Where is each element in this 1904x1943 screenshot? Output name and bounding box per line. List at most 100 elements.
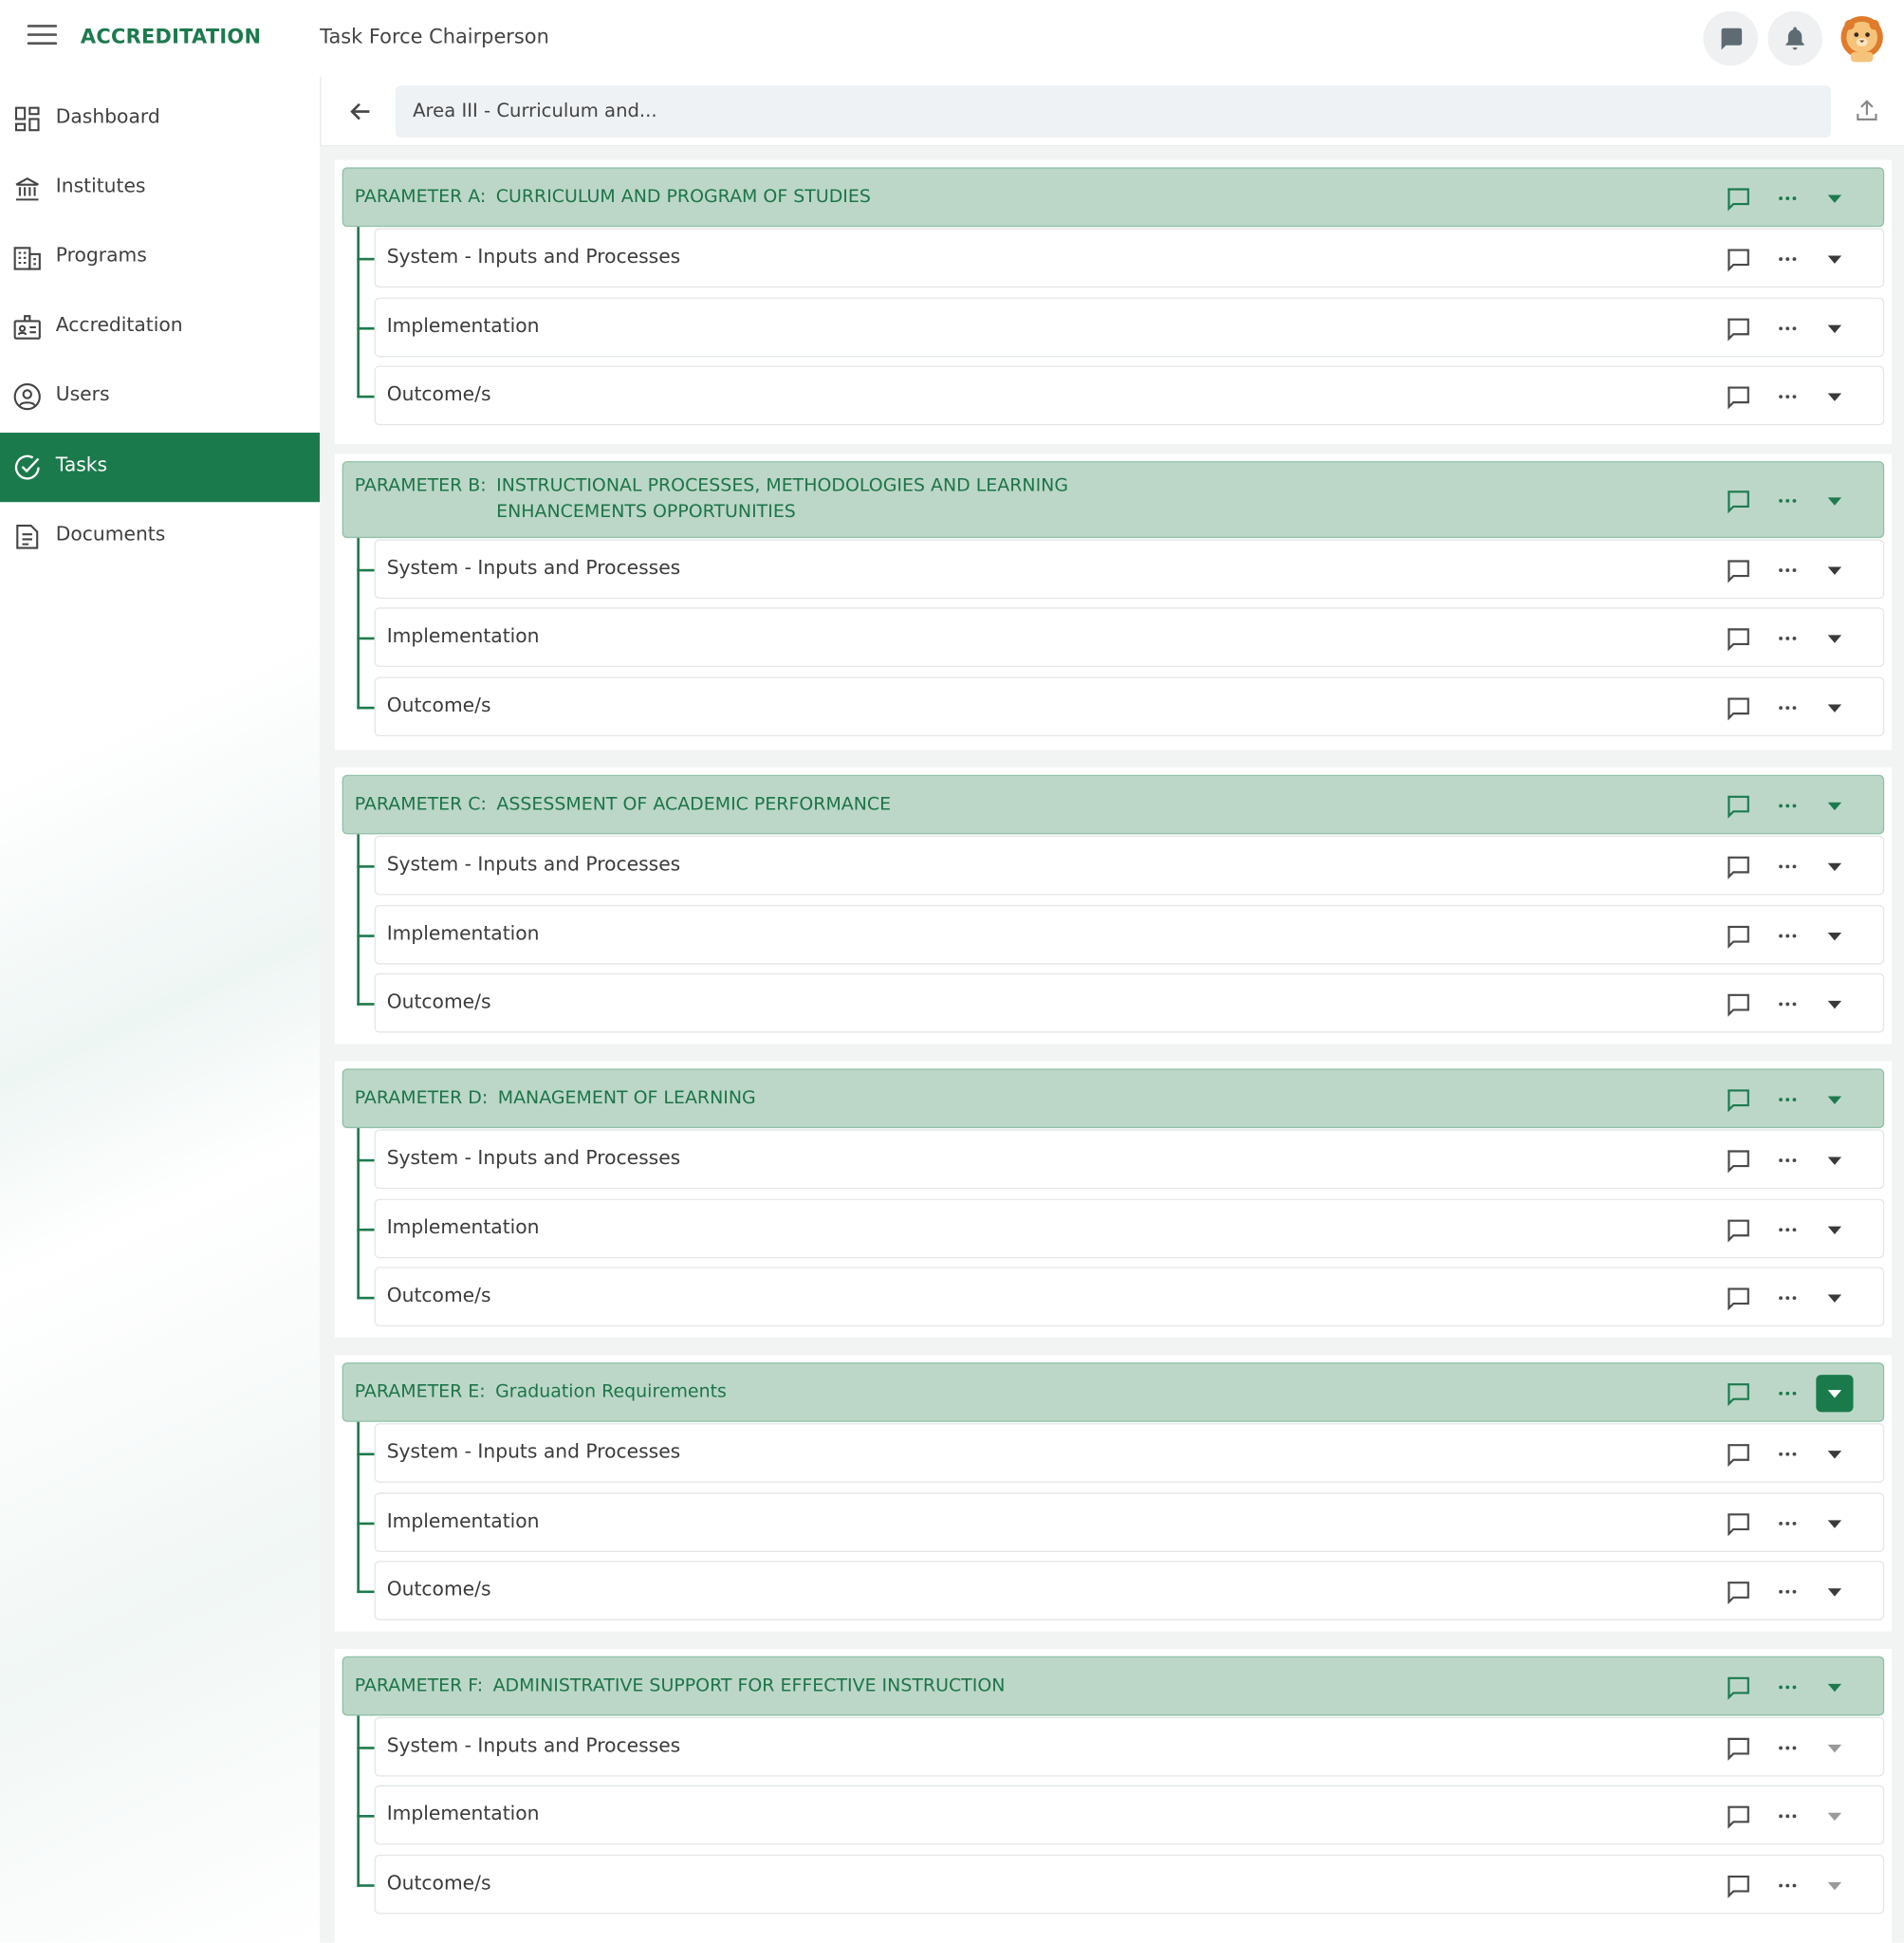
sub-item-row[interactable]: Outcome/s: [374, 676, 1885, 737]
more-button[interactable]: [1771, 182, 1803, 214]
comment-button[interactable]: [1722, 1213, 1754, 1246]
sub-item-row[interactable]: Outcome/s: [374, 1267, 1885, 1327]
comment-button[interactable]: [1722, 1671, 1754, 1703]
expand-button[interactable]: [1819, 1213, 1851, 1246]
more-button[interactable]: [1771, 789, 1803, 822]
more-button[interactable]: [1771, 1378, 1803, 1410]
comment-button[interactable]: [1722, 1800, 1754, 1832]
parameter-header[interactable]: PARAMETER F: ADMINISTRATIVE SUPPORT FOR E…: [342, 1656, 1885, 1716]
sub-item-row[interactable]: Outcome/s: [374, 972, 1885, 1033]
parameter-header[interactable]: PARAMETER A: CURRICULUM AND PROGRAM OF ST…: [342, 167, 1885, 228]
sub-item-row[interactable]: System - Inputs and Processes: [374, 228, 1885, 288]
comment-button[interactable]: [1722, 1438, 1754, 1471]
upload-icon[interactable]: [1854, 97, 1881, 124]
comment-button[interactable]: [1722, 243, 1754, 275]
expand-button[interactable]: [1819, 243, 1851, 275]
comment-button[interactable]: [1722, 1731, 1754, 1764]
more-button[interactable]: [1771, 1576, 1803, 1608]
comment-button[interactable]: [1722, 1083, 1754, 1116]
more-button[interactable]: [1771, 1282, 1803, 1314]
sub-item-row[interactable]: Implementation: [374, 607, 1885, 668]
expand-button[interactable]: [1819, 485, 1851, 517]
comment-button[interactable]: [1722, 1144, 1754, 1176]
expand-button[interactable]: [1816, 1375, 1854, 1413]
expand-button[interactable]: [1819, 1144, 1851, 1176]
expand-button[interactable]: [1819, 789, 1851, 822]
parameter-header[interactable]: PARAMETER D: MANAGEMENT OF LEARNING: [342, 1068, 1885, 1129]
sidebar-item-accreditation[interactable]: Accreditation: [0, 292, 320, 361]
comment-button[interactable]: [1722, 622, 1754, 655]
comment-button[interactable]: [1722, 988, 1754, 1020]
more-button[interactable]: [1771, 243, 1803, 275]
expand-button[interactable]: [1819, 182, 1851, 214]
hamburger-icon[interactable]: [27, 25, 58, 49]
more-button[interactable]: [1771, 380, 1803, 413]
comment-button[interactable]: [1722, 1282, 1754, 1314]
arrow-left-icon[interactable]: [346, 97, 376, 126]
sub-item-row[interactable]: System - Inputs and Processes: [374, 1716, 1885, 1777]
expand-button[interactable]: [1819, 1438, 1851, 1471]
more-button[interactable]: [1771, 1438, 1803, 1471]
comment-button[interactable]: [1722, 1508, 1754, 1540]
expand-button[interactable]: [1819, 692, 1851, 724]
comment-button[interactable]: [1722, 1378, 1754, 1410]
expand-button[interactable]: [1819, 1083, 1851, 1116]
expand-button[interactable]: [1819, 554, 1851, 586]
more-button[interactable]: [1771, 1083, 1803, 1116]
more-button[interactable]: [1771, 850, 1803, 882]
expand-button[interactable]: [1819, 850, 1851, 882]
comment-button[interactable]: [1722, 182, 1754, 214]
expand-button[interactable]: [1819, 1731, 1851, 1764]
more-button[interactable]: [1771, 920, 1803, 953]
sub-item-row[interactable]: Implementation: [374, 904, 1885, 965]
comment-button[interactable]: [1722, 920, 1754, 953]
sub-item-row[interactable]: System - Inputs and Processes: [374, 539, 1885, 600]
more-button[interactable]: [1771, 622, 1803, 655]
sub-item-row[interactable]: System - Inputs and Processes: [374, 1129, 1885, 1190]
comment-button[interactable]: [1722, 554, 1754, 586]
expand-button[interactable]: [1819, 1671, 1851, 1703]
more-button[interactable]: [1771, 692, 1803, 724]
comment-button[interactable]: [1722, 485, 1754, 517]
parameter-header[interactable]: PARAMETER C: ASSESSMENT OF ACADEMIC PERFO…: [342, 774, 1885, 835]
sidebar-item-users[interactable]: Users: [0, 362, 320, 432]
sidebar-item-institutes[interactable]: Institutes: [0, 154, 320, 223]
comment-button[interactable]: [1722, 789, 1754, 822]
more-button[interactable]: [1771, 1800, 1803, 1832]
expand-button[interactable]: [1819, 1576, 1851, 1608]
parameter-header[interactable]: PARAMETER B: INSTRUCTIONAL PROCESSES, MET…: [342, 461, 1885, 539]
sidebar-item-programs[interactable]: Programs: [0, 223, 320, 292]
sub-item-row[interactable]: System - Inputs and Processes: [374, 1423, 1885, 1483]
comment-button[interactable]: [1722, 380, 1754, 413]
sidebar-item-documents[interactable]: Documents: [0, 502, 320, 571]
expand-button[interactable]: [1819, 1282, 1851, 1314]
expand-button[interactable]: [1819, 1800, 1851, 1832]
comment-button[interactable]: [1722, 1576, 1754, 1608]
more-button[interactable]: [1771, 1213, 1803, 1246]
sidebar-item-tasks[interactable]: Tasks: [0, 433, 321, 503]
sub-item-row[interactable]: Implementation: [374, 1198, 1885, 1259]
more-button[interactable]: [1771, 485, 1803, 517]
expand-button[interactable]: [1819, 920, 1851, 953]
sub-item-row[interactable]: System - Inputs and Processes: [374, 835, 1885, 896]
notifications-button[interactable]: [1767, 10, 1822, 66]
more-button[interactable]: [1771, 1731, 1803, 1764]
sub-item-row[interactable]: Outcome/s: [374, 365, 1885, 426]
parameter-header[interactable]: PARAMETER E: Graduation Requirements: [342, 1362, 1885, 1422]
comment-button[interactable]: [1722, 850, 1754, 882]
sub-item-row[interactable]: Implementation: [374, 297, 1885, 358]
expand-button[interactable]: [1819, 1870, 1851, 1902]
more-button[interactable]: [1771, 1144, 1803, 1176]
more-button[interactable]: [1771, 1870, 1803, 1902]
sub-item-row[interactable]: Implementation: [374, 1492, 1885, 1552]
expand-button[interactable]: [1819, 312, 1851, 344]
expand-button[interactable]: [1819, 1508, 1851, 1540]
avatar[interactable]: [1838, 13, 1887, 63]
expand-button[interactable]: [1819, 988, 1851, 1020]
more-button[interactable]: [1771, 1671, 1803, 1703]
comment-button[interactable]: [1722, 692, 1754, 724]
expand-button[interactable]: [1819, 380, 1851, 413]
more-button[interactable]: [1771, 312, 1803, 344]
more-button[interactable]: [1771, 554, 1803, 586]
comment-button[interactable]: [1722, 312, 1754, 344]
